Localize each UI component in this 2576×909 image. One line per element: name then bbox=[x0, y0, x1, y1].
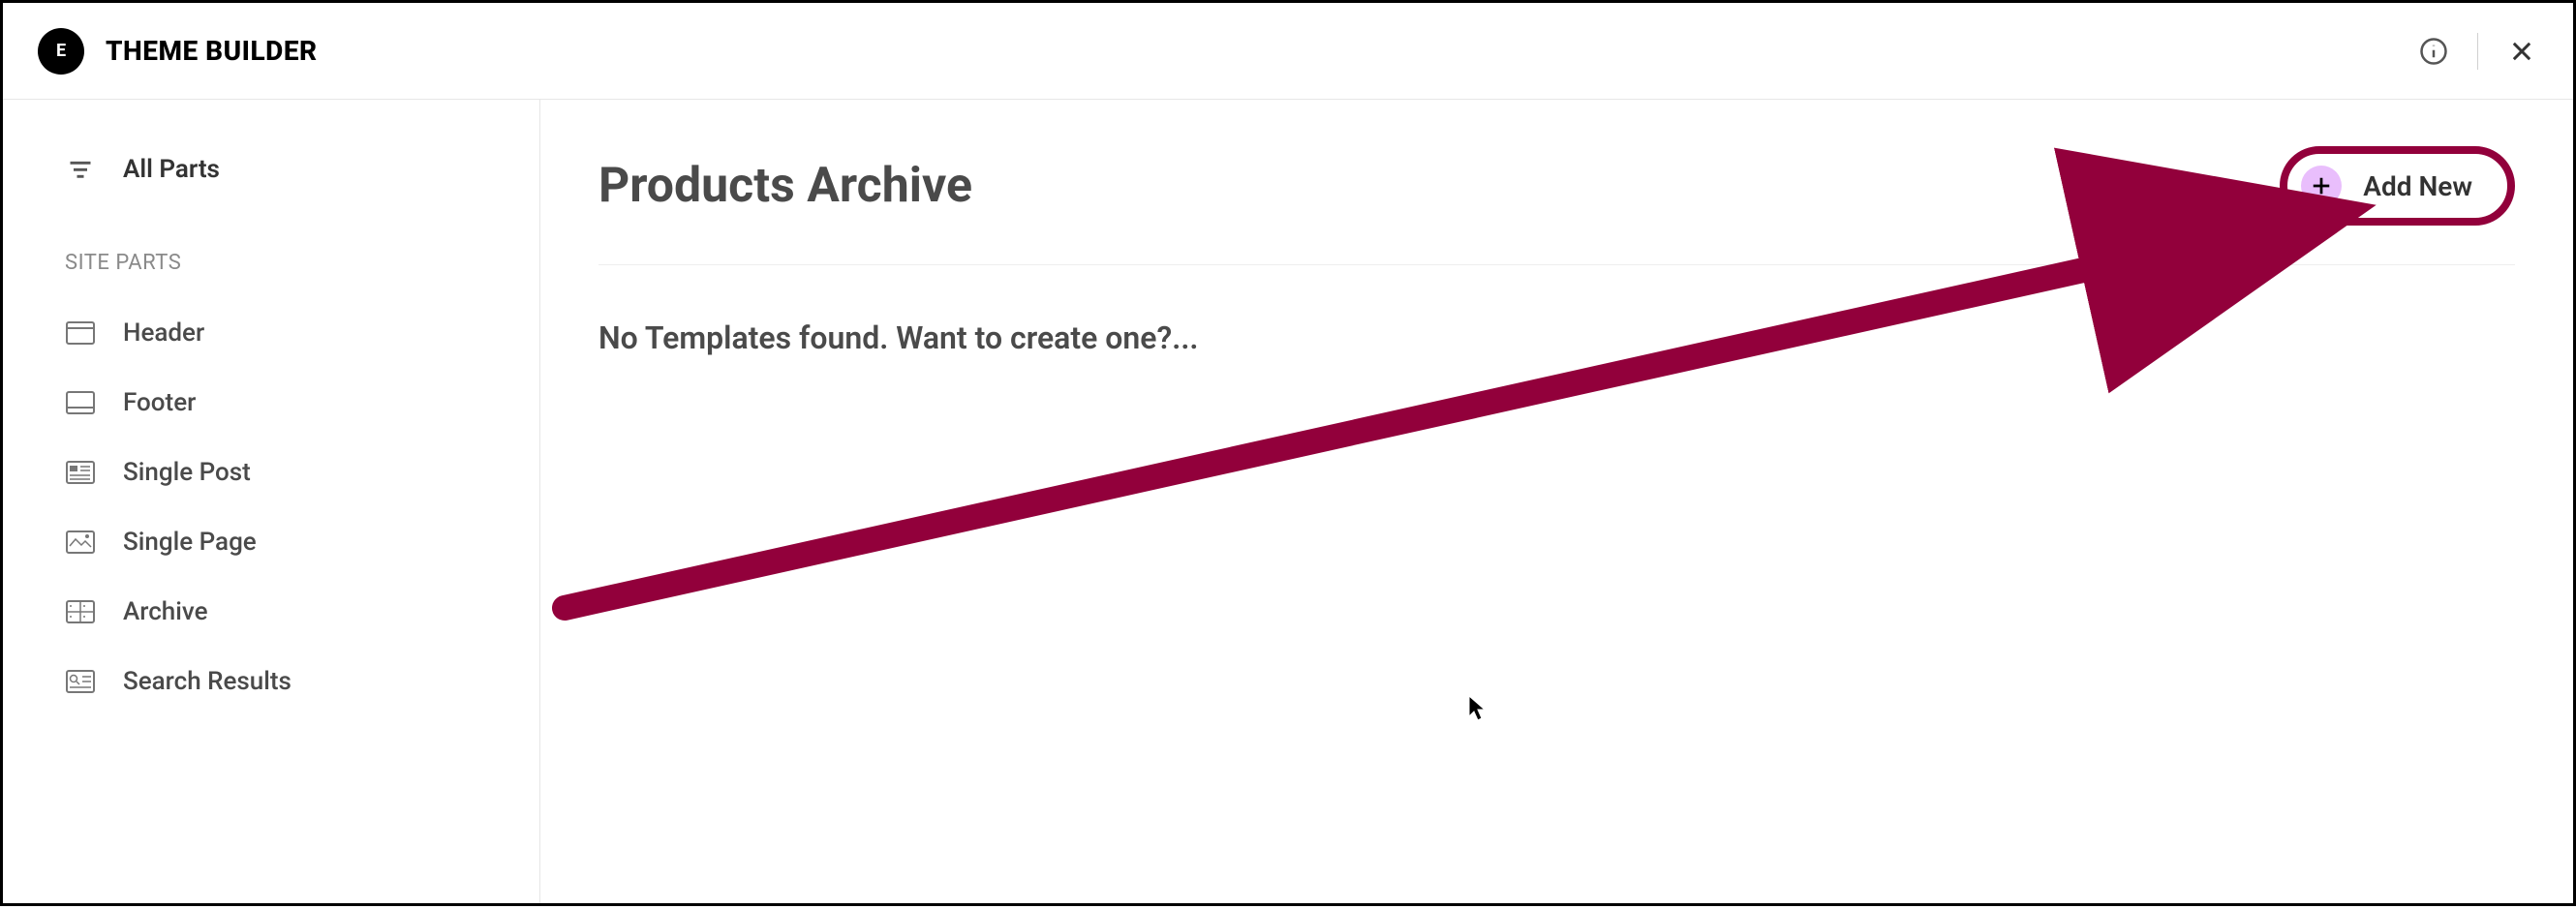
empty-state-text: No Templates found. Want to create one?.… bbox=[598, 265, 2515, 356]
sidebar-item-label: Footer bbox=[123, 388, 196, 417]
info-icon[interactable] bbox=[2417, 35, 2450, 68]
topbar-right bbox=[2417, 33, 2538, 70]
topbar-divider bbox=[2477, 33, 2478, 70]
single-page-icon bbox=[65, 527, 96, 558]
sidebar-item-label: Single Page bbox=[123, 528, 257, 557]
body: All Parts SITE PARTS Header Footer bbox=[3, 100, 2573, 903]
app-title: THEME BUILDER bbox=[106, 35, 318, 67]
filter-icon bbox=[65, 154, 96, 185]
plus-icon bbox=[2301, 166, 2342, 206]
single-post-icon bbox=[65, 457, 96, 488]
topbar-left: E THEME BUILDER bbox=[38, 28, 318, 75]
sidebar-item-label: Single Post bbox=[123, 458, 251, 487]
sidebar-section-label: SITE PARTS bbox=[3, 204, 539, 298]
main-content: Products Archive Add New No Templates fo… bbox=[540, 100, 2573, 903]
sidebar-item-label: Search Results bbox=[123, 667, 291, 696]
sidebar-item-label: Archive bbox=[123, 597, 208, 626]
logo-text: E bbox=[56, 41, 66, 61]
sidebar-item-archive[interactable]: Archive bbox=[3, 577, 539, 647]
main-header: Products Archive Add New bbox=[598, 146, 2515, 265]
archive-icon bbox=[65, 596, 96, 627]
footer-icon bbox=[65, 387, 96, 418]
sidebar-item-label: All Parts bbox=[123, 155, 220, 184]
sidebar-item-header[interactable]: Header bbox=[3, 298, 539, 368]
sidebar-item-footer[interactable]: Footer bbox=[3, 368, 539, 438]
sidebar-item-all-parts[interactable]: All Parts bbox=[3, 135, 539, 204]
sidebar-item-search-results[interactable]: Search Results bbox=[3, 647, 539, 716]
app-logo: E bbox=[38, 28, 84, 75]
close-icon[interactable] bbox=[2505, 35, 2538, 68]
sidebar-item-single-post[interactable]: Single Post bbox=[3, 438, 539, 507]
header-icon bbox=[65, 318, 96, 348]
add-new-label: Add New bbox=[2363, 170, 2472, 202]
search-results-icon bbox=[65, 666, 96, 697]
topbar: E THEME BUILDER bbox=[3, 3, 2573, 100]
add-new-button[interactable]: Add New bbox=[2280, 146, 2515, 226]
sidebar-item-single-page[interactable]: Single Page bbox=[3, 507, 539, 577]
sidebar: All Parts SITE PARTS Header Footer bbox=[3, 100, 540, 903]
page-title: Products Archive bbox=[598, 158, 972, 214]
sidebar-item-label: Header bbox=[123, 318, 204, 348]
